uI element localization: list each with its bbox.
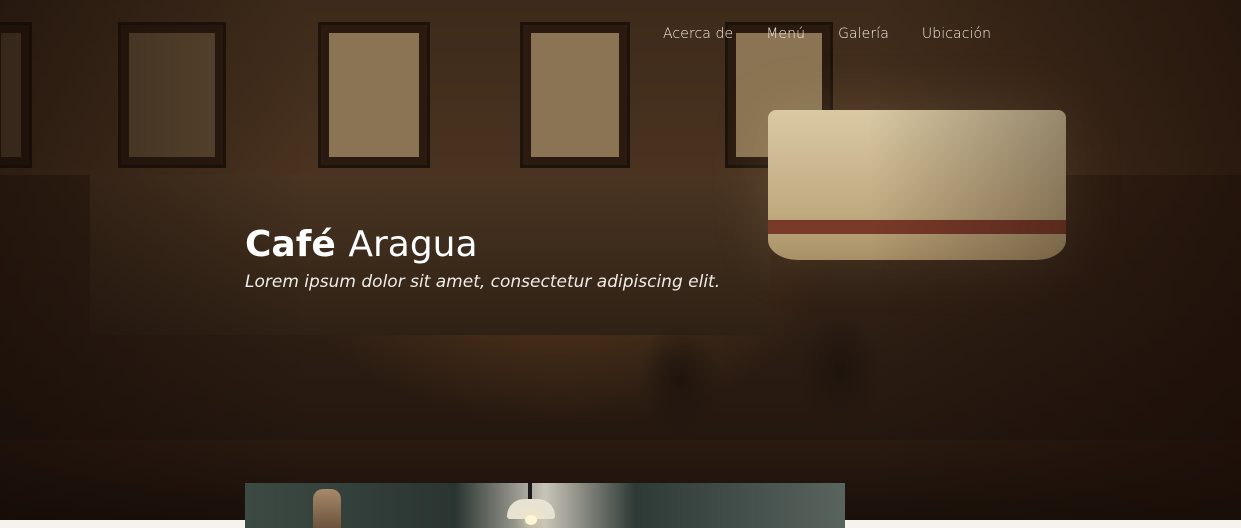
site-title-light: Aragua — [348, 224, 478, 265]
nav-link-acerca-de[interactable]: Acerca de — [663, 26, 733, 42]
main-nav: Acerca de Menú Galería Ubicación — [663, 26, 1024, 42]
coffee-machine — [313, 489, 341, 528]
site-tagline: Lorem ipsum dolor sit amet, consectetur … — [245, 272, 721, 292]
site-title: Café Aragua — [245, 222, 478, 268]
site-title-bold: Café — [245, 224, 336, 265]
pendant-bulb — [525, 515, 537, 525]
nav-link-ubicacion[interactable]: Ubicación — [922, 26, 991, 42]
hero-overlay — [0, 0, 1241, 520]
nav-link-menu[interactable]: Menú — [766, 26, 805, 42]
hero-section: Acerca de Menú Galería Ubicación Café Ar… — [0, 0, 1241, 520]
featured-cafe-photo — [245, 483, 845, 528]
nav-link-galeria[interactable]: Galería — [838, 26, 889, 42]
